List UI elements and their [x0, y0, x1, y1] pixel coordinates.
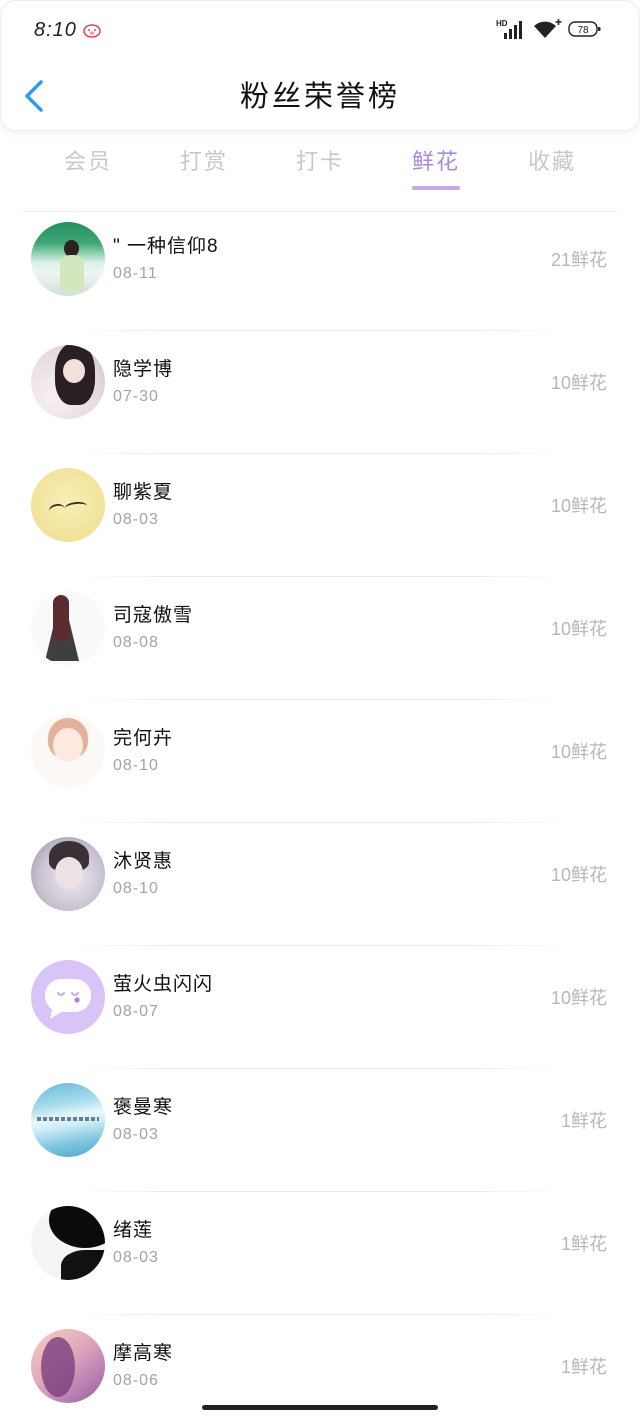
fan-date: 08-10 — [113, 757, 159, 774]
fan-list-item[interactable]: 聊紫夏 08-03 10鲜花 — [0, 453, 640, 576]
fan-date: 08-03 — [113, 1126, 159, 1143]
home-indicator[interactable] — [202, 1405, 438, 1410]
flower-count: 10鲜花 — [550, 742, 607, 762]
chat-bubble-icon — [45, 979, 91, 1019]
fan-date: 08-03 — [113, 1249, 159, 1266]
avatar[interactable] — [31, 468, 105, 542]
top-header-card: 8:10 HD 78 粉丝荣誉榜 — [0, 0, 640, 131]
fan-name: 摩高寒 — [113, 1343, 174, 1364]
avatar[interactable] — [31, 1329, 105, 1403]
fan-list-item[interactable]: 褒曼寒 08-03 1鲜花 — [0, 1068, 640, 1191]
flower-count: 1鲜花 — [560, 1111, 607, 1131]
avatar[interactable] — [31, 1083, 105, 1157]
fan-list: " 一种信仰8 08-11 21鲜花 隐学博 07-30 10鲜花 聊紫夏 08… — [0, 207, 640, 1422]
fan-list-item[interactable]: 绪莲 08-03 1鲜花 — [0, 1191, 640, 1314]
flower-count: 1鲜花 — [560, 1357, 607, 1377]
wifi-icon — [534, 19, 562, 38]
avatar[interactable] — [31, 222, 105, 296]
fan-list-item[interactable]: 萤火虫闪闪 08-07 10鲜花 — [0, 945, 640, 1068]
avatar[interactable] — [31, 837, 105, 911]
flower-count: 10鲜花 — [550, 373, 607, 393]
avatar[interactable] — [31, 960, 105, 1034]
fan-list-item[interactable]: 沐贤惠 08-10 10鲜花 — [0, 822, 640, 945]
flower-count: 10鲜花 — [550, 619, 607, 639]
fan-date: 07-30 — [113, 388, 159, 405]
avatar[interactable] — [31, 1206, 105, 1280]
fan-name: 沐贤惠 — [113, 851, 174, 872]
fan-list-item[interactable]: 司寇傲雪 08-08 10鲜花 — [0, 576, 640, 699]
battery-icon: 78 — [568, 21, 601, 37]
fan-name: 聊紫夏 — [113, 482, 174, 503]
fan-name: 萤火虫闪闪 — [113, 974, 214, 995]
tab-label: 收藏 — [527, 149, 576, 174]
tab-bar: 会员 打赏 打卡 鲜花 收藏 — [30, 140, 610, 196]
pig-icon — [83, 24, 101, 38]
fan-date: 08-03 — [113, 511, 159, 528]
back-button[interactable] — [22, 78, 46, 114]
flower-count: 10鲜花 — [550, 988, 607, 1008]
fan-name: " 一种信仰8 — [113, 236, 219, 257]
fan-date: 08-10 — [113, 880, 159, 897]
tab-favorites[interactable]: 收藏 — [494, 140, 610, 196]
fan-date: 08-06 — [113, 1372, 159, 1389]
avatar[interactable] — [31, 345, 105, 419]
fan-list-item[interactable]: 完何卉 08-10 10鲜花 — [0, 699, 640, 822]
fan-date: 08-07 — [113, 1003, 159, 1020]
status-icons: HD 78 — [496, 16, 602, 42]
fan-list-item[interactable]: " 一种信仰8 08-11 21鲜花 — [0, 207, 640, 330]
status-time: 8:10 — [34, 19, 77, 41]
tab-label: 打赏 — [179, 149, 228, 174]
avatar[interactable] — [31, 591, 105, 665]
flower-count: 10鲜花 — [550, 865, 607, 885]
tab-check-in[interactable]: 打卡 — [262, 140, 378, 196]
tab-label: 打卡 — [295, 149, 344, 174]
page-title: 粉丝荣誉榜 — [239, 81, 400, 113]
flower-count: 10鲜花 — [550, 496, 607, 516]
flower-count: 21鲜花 — [550, 250, 607, 270]
tab-members[interactable]: 会员 — [30, 140, 146, 196]
fan-name: 褒曼寒 — [113, 1097, 174, 1118]
status-bar: 8:10 HD 78 — [1, 1, 639, 57]
network-type-label: HD — [496, 19, 508, 28]
flower-count: 1鲜花 — [560, 1234, 607, 1254]
tab-rewards[interactable]: 打赏 — [146, 140, 262, 196]
tab-flowers[interactable]: 鲜花 — [378, 140, 494, 196]
chevron-left-icon — [25, 80, 43, 112]
fan-list-item[interactable]: 隐学博 07-30 10鲜花 — [0, 330, 640, 453]
avatar[interactable] — [31, 714, 105, 788]
tab-label: 会员 — [63, 149, 112, 174]
fan-name: 绪莲 — [113, 1220, 154, 1241]
fan-name: 隐学博 — [113, 359, 174, 380]
fan-name: 司寇傲雪 — [113, 605, 194, 626]
fan-date: 08-11 — [113, 265, 158, 282]
fan-name: 完何卉 — [113, 728, 174, 749]
signal-icon: HD — [496, 19, 522, 39]
fan-date: 08-08 — [113, 634, 159, 651]
tab-label: 鲜花 — [411, 149, 460, 174]
battery-level: 78 — [577, 25, 589, 36]
